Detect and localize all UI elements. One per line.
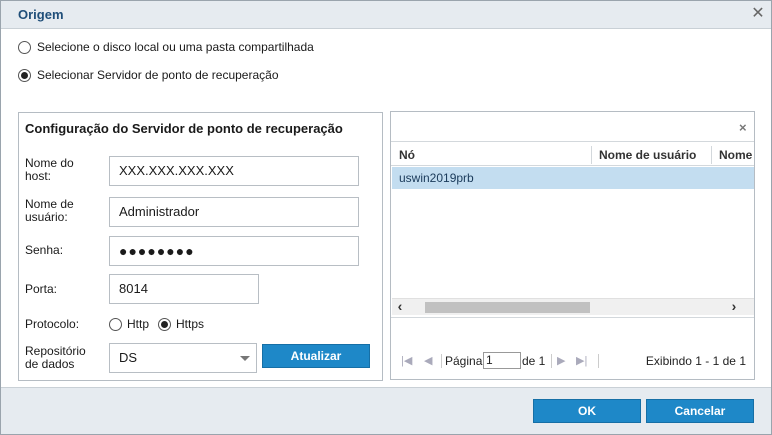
scroll-right-icon[interactable]: › bbox=[726, 299, 742, 315]
grid-divider bbox=[391, 317, 754, 318]
scrollbar-thumb[interactable] bbox=[425, 302, 590, 313]
source-option-rps[interactable]: Selecionar Servidor de ponto de recupera… bbox=[18, 68, 279, 82]
datastore-select[interactable]: DS bbox=[109, 343, 257, 373]
column-header-username[interactable]: Nome de usuário bbox=[599, 148, 696, 162]
pager-summary: Exibindo 1 - 1 de 1 bbox=[645, 354, 746, 368]
row-node-cell: uswin2019prb bbox=[399, 171, 474, 185]
page-number-input[interactable]: 1 bbox=[483, 352, 521, 369]
hostname-label-line2: host: bbox=[25, 169, 52, 183]
dialog-title: Origem bbox=[18, 7, 64, 22]
port-input[interactable]: 8014 bbox=[109, 274, 259, 304]
source-option-local-radio[interactable] bbox=[18, 40, 31, 54]
column-header-name[interactable]: Nome bbox=[719, 148, 752, 162]
source-option-rps-radio[interactable] bbox=[18, 68, 31, 82]
source-option-rps-label: Selecionar Servidor de ponto de recupera… bbox=[37, 68, 279, 82]
scroll-left-icon[interactable]: ‹ bbox=[392, 299, 408, 315]
refresh-button[interactable]: Atualizar bbox=[262, 344, 370, 368]
dialog-footer: OK Cancelar bbox=[1, 387, 771, 434]
pager-separator bbox=[441, 354, 442, 368]
datastore-selected-value: DS bbox=[119, 350, 138, 365]
page-label: Página bbox=[445, 354, 483, 368]
protocol-label: Protocolo: bbox=[25, 317, 80, 331]
ok-button[interactable]: OK bbox=[533, 399, 641, 423]
column-divider[interactable] bbox=[591, 146, 592, 164]
protocol-https-option[interactable]: Https bbox=[158, 317, 204, 331]
close-icon[interactable]: ✕ bbox=[750, 6, 766, 22]
password-input[interactable]: ●●●●●●●● bbox=[109, 236, 359, 266]
pager-separator bbox=[598, 354, 599, 368]
config-panel-title: Configuração do Servidor de ponto de rec… bbox=[25, 121, 343, 136]
rps-config-panel: Configuração do Servidor de ponto de rec… bbox=[18, 112, 383, 381]
datastore-label-line2: de dados bbox=[25, 357, 75, 371]
username-input[interactable]: Administrador bbox=[109, 197, 359, 227]
origin-dialog: Origem ✕ Selecione o disco local ou uma … bbox=[0, 0, 772, 435]
hostname-label-line1: Nome do bbox=[25, 156, 74, 170]
cancel-button[interactable]: Cancelar bbox=[646, 399, 754, 423]
pager-separator bbox=[551, 354, 552, 368]
port-label: Porta: bbox=[25, 282, 58, 296]
username-label-line2: usuário: bbox=[25, 210, 68, 224]
chevron-down-icon[interactable] bbox=[240, 356, 250, 361]
protocol-https-radio[interactable] bbox=[158, 317, 171, 331]
datastore-label-line1: Repositório bbox=[25, 344, 86, 358]
protocol-http-option[interactable]: Http bbox=[109, 317, 149, 331]
last-page-icon[interactable]: ▶| bbox=[576, 354, 587, 367]
grid-header: Nó Nome de usuário Nome bbox=[391, 144, 754, 166]
table-row[interactable]: uswin2019prb bbox=[392, 167, 754, 189]
username-label: Nome de usuário: bbox=[25, 198, 74, 224]
horizontal-scrollbar[interactable]: ‹ › bbox=[392, 298, 754, 315]
grid-toolbar: × bbox=[391, 112, 754, 142]
first-page-icon[interactable]: |◀ bbox=[401, 354, 412, 367]
next-page-icon[interactable]: ▶ bbox=[557, 354, 565, 367]
hostname-input[interactable]: XXX.XXX.XXX.XXX bbox=[109, 156, 359, 186]
rps-node-grid: × Nó Nome de usuário Nome uswin2019prb ‹… bbox=[390, 111, 755, 380]
clear-filter-icon[interactable]: × bbox=[739, 120, 747, 135]
previous-page-icon[interactable]: ◀ bbox=[424, 354, 432, 367]
hostname-label: Nome do host: bbox=[25, 157, 74, 183]
password-label: Senha: bbox=[25, 243, 64, 257]
protocol-http-label: Http bbox=[127, 317, 150, 331]
grid-pager: |◀ ◀ Página 1 de 1 ▶ ▶| Exibindo 1 - 1 d… bbox=[391, 350, 754, 374]
username-label-line1: Nome de bbox=[25, 197, 74, 211]
protocol-https-label: Https bbox=[176, 317, 205, 331]
page-total-label: de 1 bbox=[522, 354, 546, 368]
column-divider[interactable] bbox=[711, 146, 712, 164]
source-option-local-label: Selecione o disco local ou uma pasta com… bbox=[37, 40, 314, 54]
datastore-label: Repositório de dados bbox=[25, 345, 86, 371]
column-header-node[interactable]: Nó bbox=[399, 148, 415, 162]
dialog-titlebar: Origem ✕ bbox=[1, 1, 771, 29]
source-option-local[interactable]: Selecione o disco local ou uma pasta com… bbox=[18, 40, 314, 54]
protocol-http-radio[interactable] bbox=[109, 317, 122, 331]
